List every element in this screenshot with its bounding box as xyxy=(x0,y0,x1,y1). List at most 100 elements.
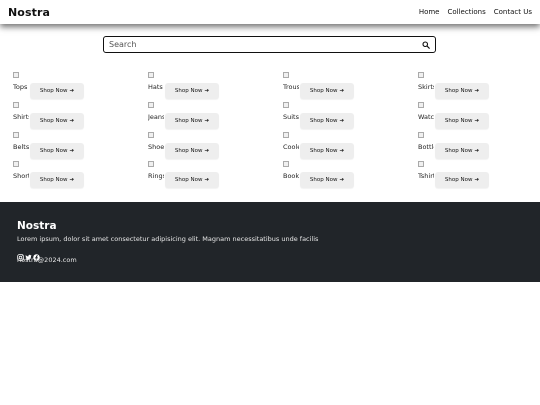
brand-logo[interactable]: Nostra xyxy=(8,6,50,19)
shop-now-button[interactable]: Shop Now ➔ xyxy=(30,172,84,188)
shop-now-button[interactable]: Shop Now ➔ xyxy=(165,172,219,188)
product-image xyxy=(418,132,424,138)
footer-title: Nostra xyxy=(17,220,57,232)
product-name: Hats xyxy=(148,83,163,91)
product-image xyxy=(148,102,154,108)
shop-now-button[interactable]: Shop Now ➔ xyxy=(300,113,354,129)
shop-now-label: Shop Now xyxy=(174,148,203,154)
product-card: Jeans Shop Now ➔ xyxy=(148,102,258,130)
footer-email[interactable]: nostra@2024.com xyxy=(17,256,77,264)
shop-now-button[interactable]: Shop Now ➔ xyxy=(165,83,219,99)
product-image xyxy=(418,102,424,108)
arrow-right-icon: ➔ xyxy=(69,118,75,124)
product-name: Tshirts xyxy=(418,172,434,180)
product-name: Skirts xyxy=(418,83,434,91)
shop-now-button[interactable]: Shop Now ➔ xyxy=(435,143,489,159)
shop-now-button[interactable]: Shop Now ➔ xyxy=(300,83,354,99)
shop-now-button[interactable]: Shop Now ➔ xyxy=(30,113,84,129)
product-image xyxy=(148,132,154,138)
shop-now-button[interactable]: Shop Now ➔ xyxy=(30,83,84,99)
shop-now-button[interactable]: Shop Now ➔ xyxy=(300,172,354,188)
shop-now-label: Shop Now xyxy=(444,148,473,154)
arrow-right-icon: ➔ xyxy=(474,88,480,94)
product-card: Hats Shop Now ➔ xyxy=(148,72,258,100)
product-name: Shirts xyxy=(13,113,29,121)
arrow-right-icon: ➔ xyxy=(339,118,345,124)
product-name: Watches xyxy=(418,113,434,121)
shop-now-label: Shop Now xyxy=(444,118,473,124)
shop-now-label: Shop Now xyxy=(309,148,338,154)
arrow-right-icon: ➔ xyxy=(339,148,345,154)
product-name: Rings xyxy=(148,172,164,180)
product-image xyxy=(418,161,424,167)
product-name: Suits xyxy=(283,113,299,121)
product-card: Watches Shop Now➔ xyxy=(418,102,528,130)
product-card: Coolers Shop Now➔ xyxy=(283,132,393,160)
product-card: Suits Shop Now ➔ xyxy=(283,102,393,130)
nav-link-collections[interactable]: Collections xyxy=(447,8,485,16)
arrow-right-icon: ➔ xyxy=(474,177,480,183)
shop-now-label: Shop Now xyxy=(39,88,68,94)
product-card: Belts Shop Now ➔ xyxy=(13,132,123,160)
search-icon[interactable] xyxy=(419,38,433,52)
product-image xyxy=(13,132,19,138)
product-card: Shoes Shop Now➔ xyxy=(148,132,258,160)
nav-link-contact[interactable]: Contact Us xyxy=(494,8,532,16)
shop-now-button[interactable]: Shop Now ➔ xyxy=(435,113,489,129)
shop-now-button[interactable]: Shop Now ➔ xyxy=(435,172,489,188)
shop-now-label: Shop Now xyxy=(174,177,203,183)
product-card: Shorts Shop Now➔ xyxy=(13,161,123,189)
shop-now-label: Shop Now xyxy=(174,88,203,94)
shop-now-button[interactable]: Shop Now ➔ xyxy=(165,113,219,129)
shop-now-button[interactable]: Shop Now ➔ xyxy=(300,143,354,159)
shop-now-label: Shop Now xyxy=(39,148,68,154)
product-name: Belts xyxy=(13,143,29,151)
product-name: Bottles xyxy=(418,143,434,151)
product-image xyxy=(283,161,289,167)
shop-now-label: Shop Now xyxy=(309,118,338,124)
shop-now-label: Shop Now xyxy=(39,177,68,183)
arrow-right-icon: ➔ xyxy=(204,118,210,124)
product-card: Skirts Shop Now➔ xyxy=(418,72,528,100)
product-card: Books Shop Now➔ xyxy=(283,161,393,189)
arrow-right-icon: ➔ xyxy=(204,88,210,94)
arrow-right-icon: ➔ xyxy=(69,88,75,94)
product-card: Shirts Shop Now➔ xyxy=(13,102,123,130)
arrow-right-icon: ➔ xyxy=(339,177,345,183)
arrow-right-icon: ➔ xyxy=(69,148,75,154)
shop-now-label: Shop Now xyxy=(309,88,338,94)
product-card: Rings Shop Now➔ xyxy=(148,161,258,189)
nav-link-home[interactable]: Home xyxy=(419,8,440,16)
product-card: Tshirts Shop Now➔ xyxy=(418,161,528,189)
product-image xyxy=(283,132,289,138)
product-name: Shorts xyxy=(13,172,29,180)
product-image xyxy=(148,161,154,167)
product-name: Jeans xyxy=(148,113,164,121)
shop-now-button[interactable]: Shop Now ➔ xyxy=(165,143,219,159)
search-input[interactable] xyxy=(104,37,419,52)
footer-description: Lorem ipsum, dolor sit amet consectetur … xyxy=(17,235,319,243)
product-image xyxy=(13,102,19,108)
search-bar xyxy=(103,36,436,53)
product-name: Shoes xyxy=(148,143,164,151)
product-name: Tops xyxy=(13,83,28,91)
navbar: Nostra Home Collections Contact Us xyxy=(0,0,540,24)
product-image xyxy=(13,161,19,167)
product-name: Trousers xyxy=(283,83,299,91)
product-image xyxy=(148,72,154,78)
arrow-right-icon: ➔ xyxy=(204,148,210,154)
footer: Nostra Lorem ipsum, dolor sit amet conse… xyxy=(0,202,540,282)
product-image xyxy=(13,72,19,78)
product-card: Trousers Shop Now➔ xyxy=(283,72,393,100)
shop-now-label: Shop Now xyxy=(444,88,473,94)
shop-now-button[interactable]: Shop Now ➔ xyxy=(30,143,84,159)
product-card: Bottles Shop Now➔ xyxy=(418,132,528,160)
product-image xyxy=(418,72,424,78)
shop-now-label: Shop Now xyxy=(309,177,338,183)
product-image xyxy=(283,72,289,78)
arrow-right-icon: ➔ xyxy=(339,88,345,94)
arrow-right-icon: ➔ xyxy=(69,177,75,183)
shop-now-button[interactable]: Shop Now ➔ xyxy=(435,83,489,99)
nav-links: Home Collections Contact Us xyxy=(419,8,532,16)
arrow-right-icon: ➔ xyxy=(204,177,210,183)
